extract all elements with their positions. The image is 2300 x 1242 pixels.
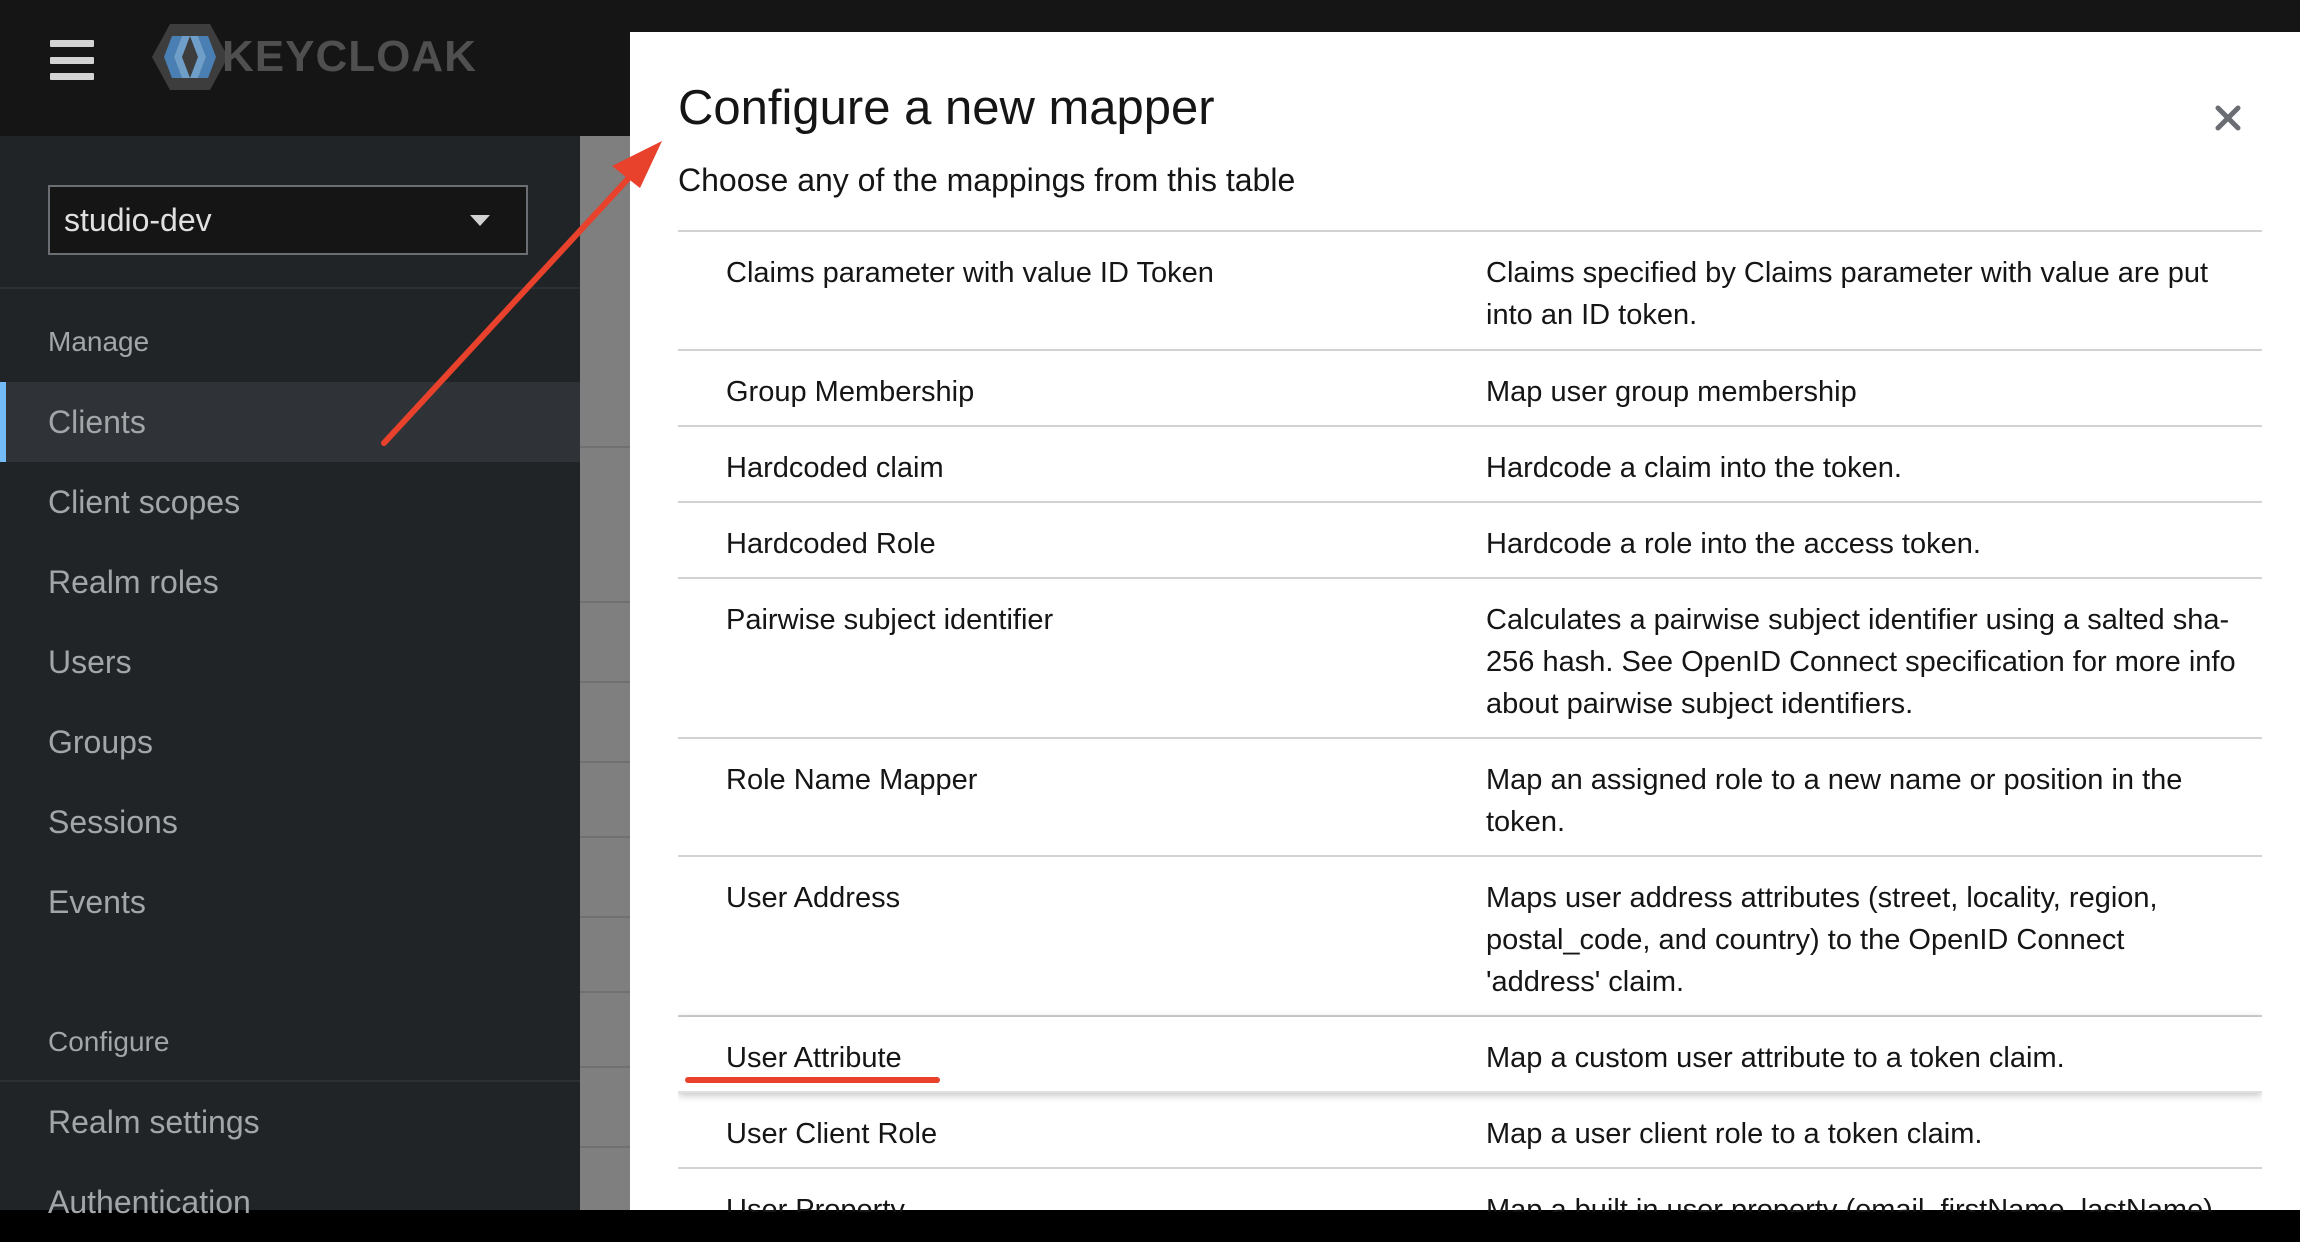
modal-title: Configure a new mapper <box>678 81 1215 135</box>
mapper-description: Map a built in user property (email, fir… <box>1486 1194 2213 1212</box>
sidebar: studio-dev Manage Clients Client scopes … <box>0 136 580 1220</box>
table-row[interactable]: Hardcoded claim Hardcode a claim into th… <box>678 427 2262 503</box>
mapper-description: Map a custom user attribute to a token c… <box>1486 1042 2065 1074</box>
modal-description: Choose any of the mappings from this tab… <box>678 162 1296 198</box>
table-row[interactable]: User Client Role Map a user client role … <box>678 1093 2262 1169</box>
mapper-name: User Client Role <box>726 1118 938 1150</box>
mapper-name: Claims parameter with value ID Token <box>726 257 1214 289</box>
mapper-name: User Property <box>726 1194 905 1212</box>
sidebar-item-realm-roles[interactable]: Realm roles <box>0 542 580 622</box>
caret-down-icon <box>470 215 490 226</box>
modal-backdrop[interactable] <box>580 136 630 1210</box>
mapper-description: Map user group membership <box>1486 376 1857 408</box>
table-row[interactable]: User Property Map a built in user proper… <box>678 1169 2262 1212</box>
mapper-description: Maps user address attributes (street, lo… <box>1486 882 2158 998</box>
sidebar-item-client-scopes[interactable]: Client scopes <box>0 462 580 542</box>
sidebar-item-users[interactable]: Users <box>0 622 580 702</box>
table-row-selected[interactable]: User Attribute Map a custom user attribu… <box>678 1017 2262 1093</box>
sidebar-item-authentication[interactable]: Authentication <box>0 1162 580 1242</box>
table-row[interactable]: Hardcoded Role Hardcode a role into the … <box>678 503 2262 579</box>
mapper-table: Claims parameter with value ID Token Cla… <box>678 230 2262 1212</box>
realm-selector-value: studio-dev <box>64 201 212 238</box>
close-button[interactable] <box>2208 98 2248 138</box>
sidebar-item-sessions[interactable]: Sessions <box>0 782 580 862</box>
mapper-description: Hardcode a role into the access token. <box>1486 528 1981 560</box>
mapper-description: Calculates a pairwise subject identifier… <box>1486 604 2236 720</box>
sidebar-item-realm-settings[interactable]: Realm settings <box>0 1082 580 1162</box>
table-row[interactable]: Claims parameter with value ID Token Cla… <box>678 232 2262 351</box>
sidebar-item-events[interactable]: Events <box>0 862 580 942</box>
hamburger-menu-icon[interactable] <box>50 40 94 80</box>
sidebar-item-groups[interactable]: Groups <box>0 702 580 782</box>
sidebar-item-clients[interactable]: Clients <box>0 382 580 462</box>
table-row[interactable]: User Address Maps user address attribute… <box>678 857 2262 1017</box>
nav-section-configure: Configure <box>48 1026 170 1057</box>
mapper-description: Claims specified by Claims parameter wit… <box>1486 257 2209 331</box>
divider <box>0 287 580 289</box>
mapper-description: Map a user client role to a token claim. <box>1486 1118 1983 1150</box>
close-icon <box>2215 105 2241 131</box>
table-row[interactable]: Pairwise subject identifier Calculates a… <box>678 579 2262 739</box>
mapper-name: User Address <box>726 882 901 914</box>
table-row[interactable]: Role Name Mapper Map an assigned role to… <box>678 739 2262 857</box>
keycloak-logo[interactable]: KEYCLOAK <box>150 22 477 92</box>
mapper-name: User Attribute <box>726 1042 902 1074</box>
nav-section-manage: Manage <box>48 326 150 357</box>
table-row[interactable]: Group Membership Map user group membersh… <box>678 351 2262 427</box>
mapper-name: Hardcoded claim <box>726 452 944 484</box>
mapper-name: Group Membership <box>726 376 975 408</box>
mapper-description: Map an assigned role to a new name or po… <box>1486 764 2183 838</box>
realm-selector[interactable]: studio-dev <box>48 185 528 255</box>
mapper-description: Hardcode a claim into the token. <box>1486 452 1902 484</box>
brand-name: KEYCLOAK <box>222 32 477 81</box>
keycloak-logo-icon <box>152 24 228 90</box>
mapper-name: Role Name Mapper <box>726 764 978 796</box>
configure-mapper-modal: Configure a new mapper Choose any of the… <box>630 32 2300 1212</box>
mapper-name: Hardcoded Role <box>726 528 936 560</box>
mapper-name: Pairwise subject identifier <box>726 604 1054 636</box>
